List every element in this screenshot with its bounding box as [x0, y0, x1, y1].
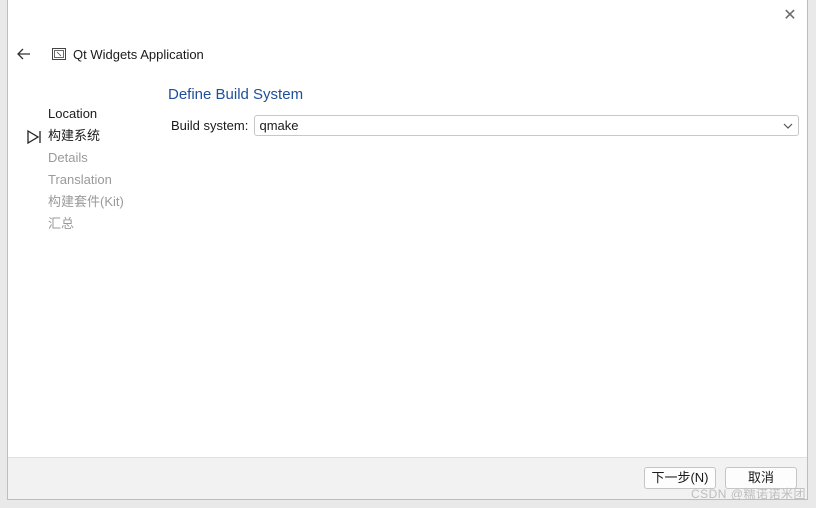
csdn-watermark: CSDN @糯诺诺米团: [690, 487, 806, 501]
step-details: Details: [26, 147, 124, 169]
wizard-title: Qt Widgets Application: [73, 46, 204, 62]
step-label: Location: [48, 106, 98, 121]
arrow-left-icon[interactable]: [15, 45, 33, 63]
build-system-value: qmake: [259, 118, 299, 133]
step-label: 汇总: [48, 216, 75, 231]
wizard-titlebar: Qt Widgets Application: [15, 44, 204, 64]
build-system-combobox[interactable]: qmake: [254, 115, 799, 136]
chevron-down-icon: [783, 123, 793, 129]
build-system-row: Build system: qmake: [168, 115, 799, 136]
page-title: Define Build System: [168, 86, 304, 103]
wizard-dialog: ✕ Qt Widgets Application Location 构建系统 D…: [7, 0, 808, 500]
step-translation: Translation: [26, 169, 124, 191]
step-label: 构建套件(Kit): [48, 194, 124, 209]
close-icon[interactable]: ✕: [781, 6, 799, 24]
qt-app-icon: [52, 47, 66, 61]
step-summary: 汇总: [26, 213, 124, 235]
step-location: Location: [26, 103, 124, 125]
step-label: Translation: [48, 172, 112, 187]
build-system-label: Build system:: [171, 118, 249, 133]
step-build-system: 构建系统: [26, 125, 124, 147]
page-content: Define Build System Build system: qmake: [168, 86, 799, 136]
step-kits: 构建套件(Kit): [26, 191, 124, 213]
current-step-arrow-icon: [27, 129, 41, 145]
wizard-footer: 下一步(N) 取消: [8, 457, 807, 499]
step-label: Details: [48, 150, 88, 165]
step-label: 构建系统: [48, 128, 101, 143]
wizard-steps: Location 构建系统 Details Translation 构建套件(K…: [26, 103, 124, 235]
